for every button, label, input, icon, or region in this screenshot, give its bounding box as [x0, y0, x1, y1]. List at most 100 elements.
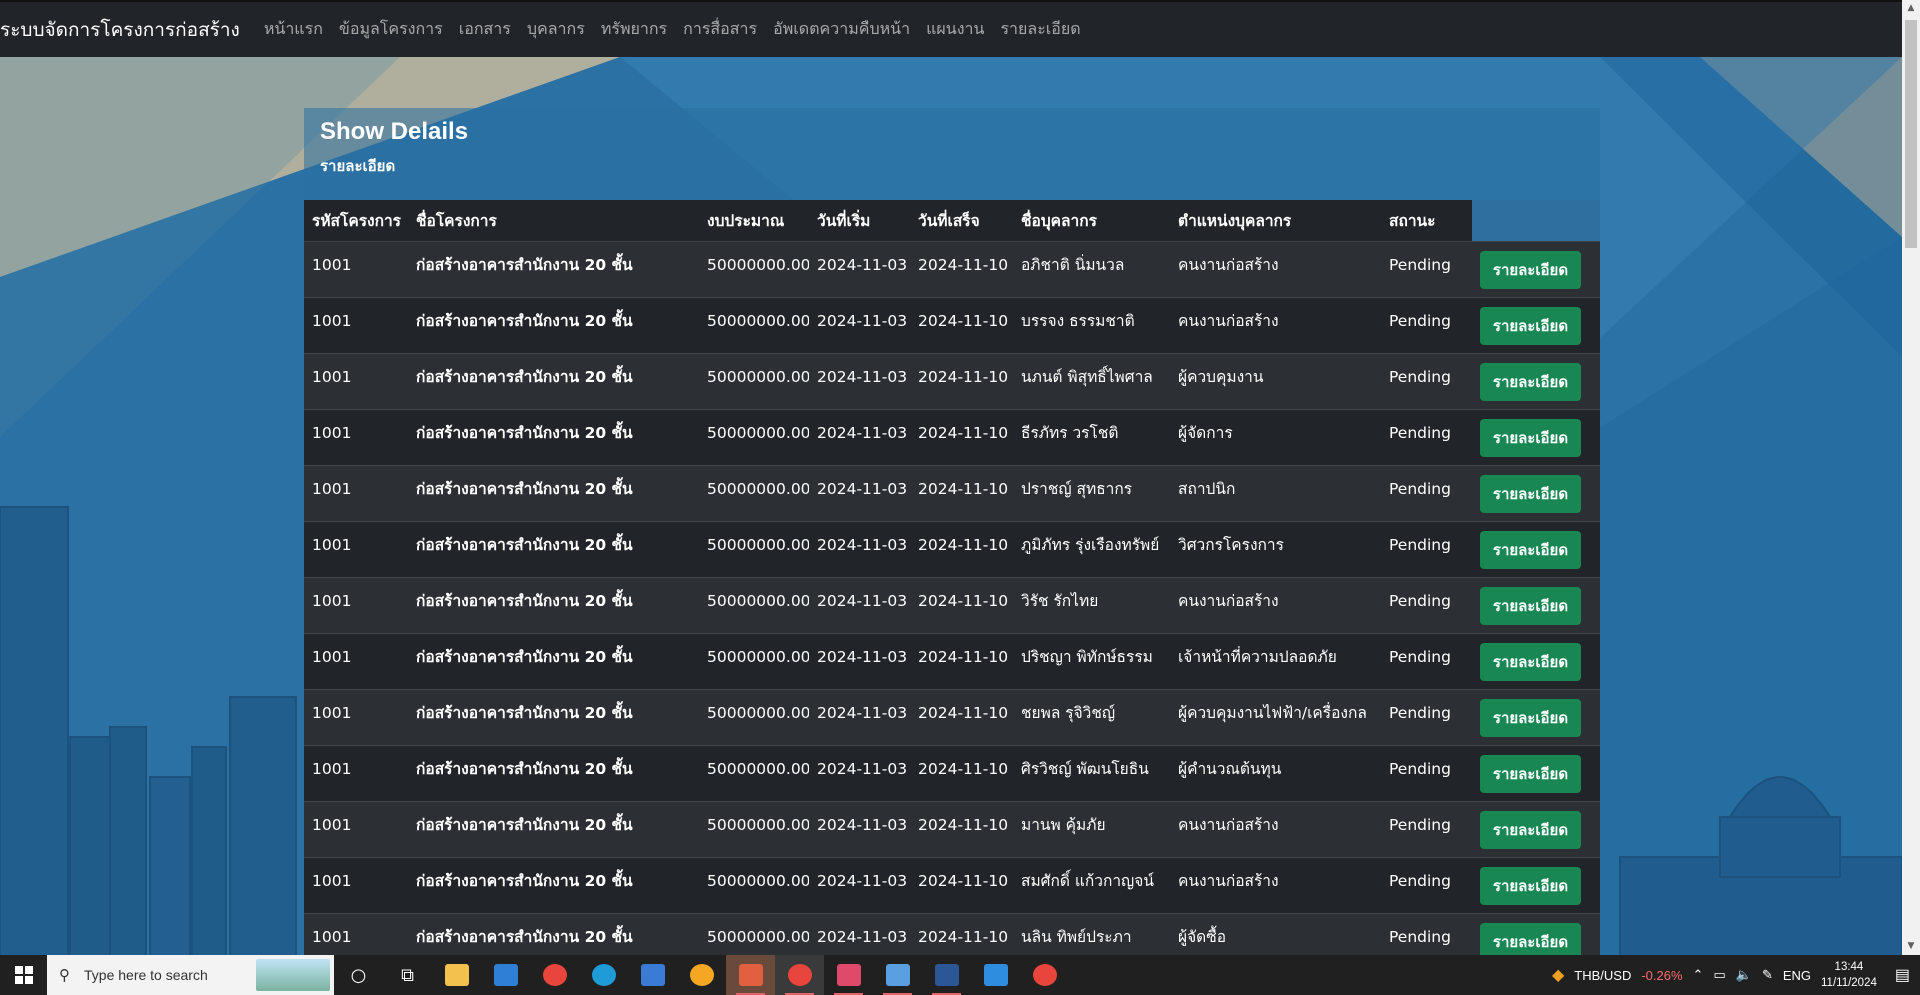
- mail-icon[interactable]: [481, 955, 530, 995]
- cell-budget-text: 50000000.00: [707, 535, 809, 554]
- language-indicator[interactable]: ENG: [1783, 968, 1811, 983]
- taskbar-search-box[interactable]: ⚲ Type here to search: [47, 955, 334, 995]
- app-icon[interactable]: [824, 955, 873, 995]
- details-button[interactable]: รายละเอียด: [1480, 698, 1581, 737]
- currency-pair[interactable]: THB/USD: [1574, 968, 1631, 983]
- nav-link-resources[interactable]: ทรัพยากร: [601, 17, 667, 42]
- table-body: 1001 ก่อสร้างอาคารสำนักงาน 20 ชั้น 5000000…: [304, 241, 1600, 955]
- clock[interactable]: 13:44 11/11/2024: [1821, 959, 1877, 991]
- nav-link-documents[interactable]: เอกสาร: [459, 17, 511, 42]
- nav-link-project-info[interactable]: ข้อมูลโครงการ: [339, 17, 443, 42]
- pen-icon[interactable]: ✎: [1762, 967, 1773, 983]
- details-button[interactable]: รายละเอียด: [1480, 362, 1581, 401]
- details-button[interactable]: รายละเอียด: [1480, 418, 1581, 457]
- details-button[interactable]: รายละเอียด: [1480, 866, 1581, 905]
- details-button[interactable]: รายละเอียด: [1480, 250, 1581, 289]
- details-table: รหัสโครงการ ชื่อโครงการ งบประมาณ วันที่เ…: [304, 200, 1600, 955]
- nav-link-communication[interactable]: การสื่อสาร: [683, 17, 757, 42]
- cortana-icon[interactable]: ○: [334, 955, 383, 995]
- cell-person-name: บรรจง ธรรมชาติ: [1013, 297, 1170, 354]
- cell-status-text: Pending: [1389, 479, 1451, 498]
- cell-position-text: ผู้จัดซื้อ: [1178, 928, 1227, 946]
- cell-start-date: 2024-11-03: [809, 801, 910, 858]
- details-button[interactable]: รายละเอียด: [1480, 754, 1581, 793]
- cell-project-id-text: 1001: [312, 591, 352, 610]
- task-view-icon[interactable]: ⧉: [383, 955, 432, 995]
- word-icon[interactable]: [922, 955, 971, 995]
- edge-icon[interactable]: [579, 955, 628, 995]
- cell-action: รายละเอียด: [1472, 465, 1600, 522]
- cell-project-id-text: 1001: [312, 871, 352, 890]
- scroll-thumb[interactable]: [1905, 20, 1917, 248]
- cell-project-id-text: 1001: [312, 255, 352, 274]
- nav-link-details[interactable]: รายละเอียด: [1000, 17, 1080, 42]
- cell-project-id-text: 1001: [312, 927, 352, 946]
- cell-budget: 50000000.00: [699, 465, 809, 522]
- cell-end-date: 2024-11-10: [910, 689, 1013, 746]
- store-icon[interactable]: [628, 955, 677, 995]
- cell-end-date: 2024-11-10: [910, 297, 1013, 354]
- header-start-date: วันที่เริ่ม: [809, 200, 910, 242]
- cell-position: ผู้จัดซื้อ: [1170, 913, 1381, 955]
- cell-start-date: 2024-11-03: [809, 465, 910, 522]
- chrome-canary-icon[interactable]: [1020, 955, 1069, 995]
- details-button[interactable]: รายละเอียด: [1480, 922, 1581, 955]
- navbar-brand[interactable]: ระบบจัดการโครงการก่อสร้าง: [0, 15, 240, 45]
- brave-icon[interactable]: [677, 955, 726, 995]
- currency-widget-icon[interactable]: ◆: [1552, 965, 1564, 985]
- photos-icon-glyph: [885, 964, 910, 986]
- cell-status-text: Pending: [1389, 703, 1451, 722]
- cell-budget: 50000000.00: [699, 745, 809, 802]
- nav-link-plan[interactable]: แผนงาน: [926, 17, 984, 42]
- cell-budget-text: 50000000.00: [707, 479, 809, 498]
- details-button[interactable]: รายละเอียด: [1480, 586, 1581, 625]
- scroll-down-icon[interactable]: ▼: [1902, 938, 1920, 955]
- cell-action: รายละเอียด: [1472, 521, 1600, 578]
- vscode-icon[interactable]: [971, 955, 1020, 995]
- nav-link-progress-update[interactable]: อัพเดตความคืบหน้า: [773, 17, 910, 42]
- cell-project-name-text: ก่อสร้างอาคารสำนักงาน 20 ชั้น: [416, 704, 633, 722]
- details-button[interactable]: รายละเอียด: [1480, 810, 1581, 849]
- chrome-icon[interactable]: [530, 955, 579, 995]
- table-row: 1001 ก่อสร้างอาคารสำนักงาน 20 ชั้น 5000000…: [304, 801, 1600, 858]
- chevron-up-icon[interactable]: ⌃: [1693, 967, 1704, 983]
- cell-start-date-text: 2024-11-03: [817, 479, 908, 498]
- cell-project-name-text: ก่อสร้างอาคารสำนักงาน 20 ชั้น: [416, 760, 633, 778]
- cell-project-id: 1001: [304, 745, 408, 802]
- header-budget: งบประมาณ: [699, 200, 809, 242]
- file-explorer-icon[interactable]: [432, 955, 481, 995]
- cell-project-name: ก่อสร้างอาคารสำนักงาน 20 ชั้น: [408, 353, 699, 410]
- photos-icon[interactable]: [873, 955, 922, 995]
- cell-end-date: 2024-11-10: [910, 409, 1013, 466]
- details-button[interactable]: รายละเอียด: [1480, 642, 1581, 681]
- page-scrollbar[interactable]: ▲ ▼: [1902, 0, 1920, 955]
- chrome-active-icon[interactable]: [775, 955, 824, 995]
- cell-budget: 50000000.00: [699, 241, 809, 298]
- cell-start-date-text: 2024-11-03: [817, 535, 908, 554]
- game-icon[interactable]: [726, 955, 775, 995]
- cell-project-id-text: 1001: [312, 535, 352, 554]
- start-button[interactable]: [0, 955, 47, 995]
- cell-end-date-text: 2024-11-10: [918, 815, 1009, 834]
- cell-person-name: ปริชญา พิทักษ์ธรรม: [1013, 633, 1170, 690]
- currency-change[interactable]: -0.26%: [1641, 968, 1682, 983]
- table-row: 1001 ก่อสร้างอาคารสำนักงาน 20 ชั้น 5000000…: [304, 633, 1600, 690]
- cell-project-name-text: ก่อสร้างอาคารสำนักงาน 20 ชั้น: [416, 256, 633, 274]
- table-row: 1001 ก่อสร้างอาคารสำนักงาน 20 ชั้น 5000000…: [304, 465, 1600, 522]
- details-button[interactable]: รายละเอียด: [1480, 306, 1581, 345]
- cell-end-date: 2024-11-10: [910, 857, 1013, 914]
- details-button[interactable]: รายละเอียด: [1480, 530, 1581, 569]
- cell-budget: 50000000.00: [699, 913, 809, 955]
- cell-position: คนงานก่อสร้าง: [1170, 297, 1381, 354]
- notifications-icon[interactable]: ▤: [1895, 965, 1910, 985]
- nav-link-home[interactable]: หน้าแรก: [264, 17, 323, 42]
- edge-icon-glyph: [591, 964, 616, 986]
- volume-icon[interactable]: 🔈: [1736, 967, 1752, 983]
- table-row: 1001 ก่อสร้างอาคารสำนักงาน 20 ชั้น 5000000…: [304, 689, 1600, 746]
- scroll-up-icon[interactable]: ▲: [1902, 0, 1920, 17]
- details-button[interactable]: รายละเอียด: [1480, 474, 1581, 513]
- nav-link-personnel[interactable]: บุคลากร: [527, 17, 585, 42]
- file-explorer-icon-glyph: [444, 964, 469, 986]
- cell-status: Pending: [1381, 297, 1472, 354]
- network-icon[interactable]: ▭: [1713, 967, 1725, 983]
